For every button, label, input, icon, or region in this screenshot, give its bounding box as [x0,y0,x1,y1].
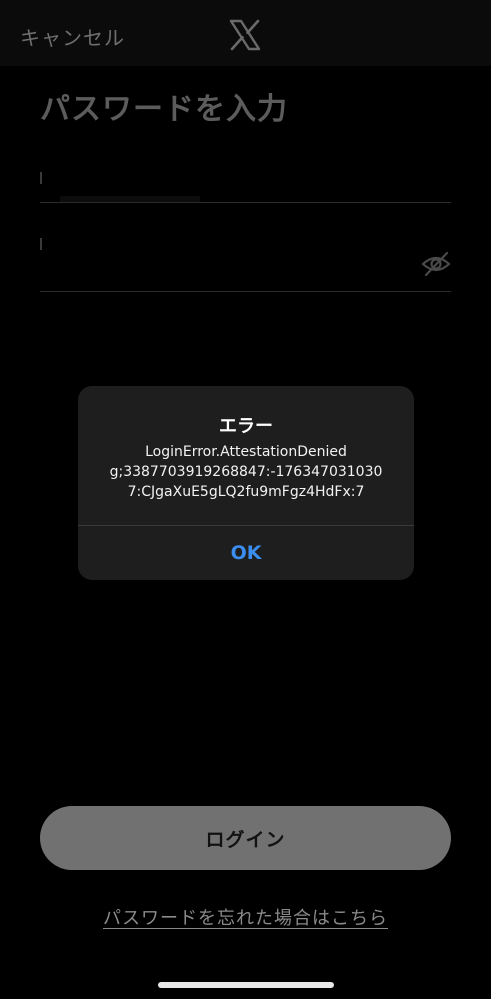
password-field[interactable] [40,226,451,292]
eye-slash-icon[interactable] [421,250,451,278]
login-button[interactable]: ログイン [40,806,451,870]
forgot-password-link[interactable]: パスワードを忘れた場合はこちら [0,904,491,930]
alert-message-line: g;3387703919268847:-176347031030 [109,464,383,480]
alert-message: LoginError.AttestationDenied g;338770391… [96,442,396,502]
x-logo-icon [229,19,261,51]
alert-title: エラー [219,416,273,437]
username-field[interactable] [40,150,451,203]
ok-button[interactable]: OK [78,526,414,580]
username-value [60,196,200,202]
username-field-caret [40,172,42,184]
home-indicator[interactable] [158,982,334,988]
password-field-caret [40,238,42,250]
error-alert-dialog: エラー LoginError.AttestationDenied g;33877… [78,386,414,580]
top-bar: キャンセル [0,0,491,66]
alert-message-line: 7:CJgaXuE5gLQ2fu9mFgz4HdFx:7 [127,484,365,500]
page-title: パスワードを入力 [40,92,288,127]
cancel-button[interactable]: キャンセル [20,22,125,51]
alert-message-line: LoginError.AttestationDenied [145,444,347,460]
